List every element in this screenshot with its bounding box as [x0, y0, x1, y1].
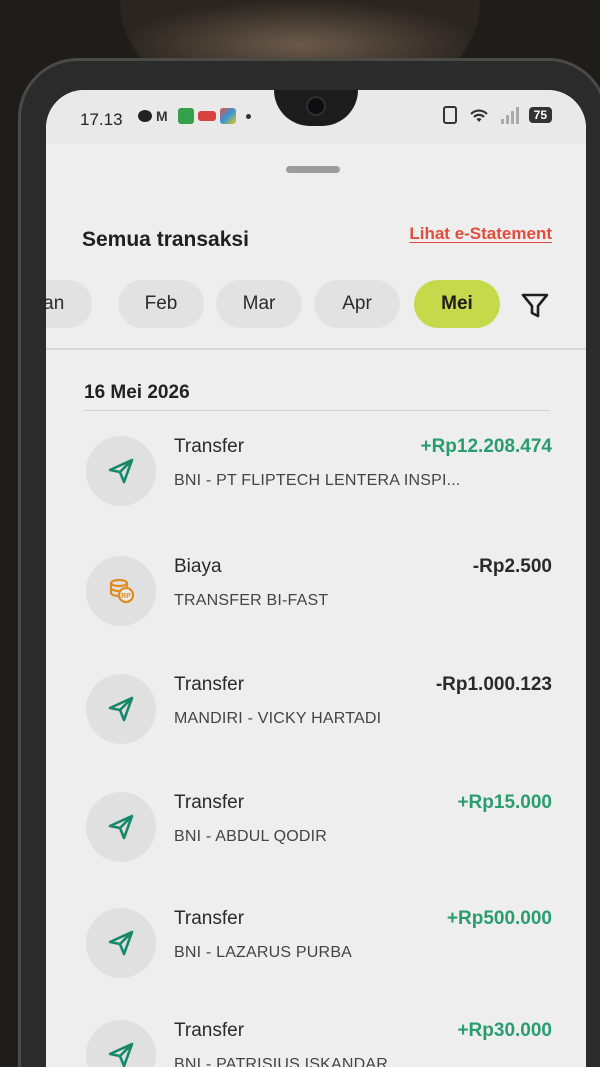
notification-icons: M: [138, 108, 251, 124]
app-screen: 17.13 M 75 Semua transaksi Lihat e-State…: [46, 90, 586, 1067]
transaction-row[interactable]: Transfer BNI - PATRISIUS ISKANDAR +Rp30.…: [46, 1020, 586, 1067]
transaction-type: Transfer: [174, 436, 245, 457]
system-icons: 75: [442, 106, 552, 124]
filter-icon[interactable]: [518, 288, 552, 322]
transaction-description: BNI - PT FLIPTECH LENTERA INSPI...: [174, 472, 461, 489]
wifi-icon: [469, 109, 488, 122]
transaction-amount: +Rp15.000: [457, 792, 552, 813]
month-filter-bar: Jan Feb Mar Apr Mei: [46, 280, 586, 334]
divider: [46, 348, 586, 350]
transaction-icon-wrap: RP: [86, 556, 156, 626]
transaction-description: MANDIRI - VICKY HARTADI: [174, 710, 382, 727]
transaction-amount: +Rp12.208.474: [420, 436, 552, 457]
multicolor-app-icon: [220, 108, 236, 124]
transaction-icon-wrap: [86, 792, 156, 862]
dot-icon: [246, 113, 251, 119]
send-icon: [108, 930, 134, 956]
transaction-description: TRANSFER BI-FAST: [174, 592, 329, 609]
transaction-amount: -Rp1.000.123: [435, 674, 552, 695]
month-tab-apr[interactable]: Apr: [314, 280, 400, 328]
coin-stack-icon: RP: [109, 578, 135, 604]
transaction-icon-wrap: [86, 674, 156, 744]
page-title: Semua transaksi: [82, 228, 249, 251]
transaction-row[interactable]: Transfer BNI - LAZARUS PURBA +Rp500.000: [46, 908, 586, 1008]
gmail-icon: M: [156, 108, 168, 124]
divider: [84, 410, 550, 411]
signal-icon: [500, 106, 519, 124]
status-time: 17.13: [80, 110, 123, 129]
transaction-amount: +Rp500.000: [446, 908, 552, 929]
transaction-type: Transfer: [174, 792, 245, 813]
transaction-type: Transfer: [174, 1020, 245, 1041]
svg-text:RP: RP: [121, 593, 131, 600]
send-icon: [108, 458, 134, 484]
transaction-description: BNI - PATRISIUS ISKANDAR: [174, 1056, 389, 1067]
send-icon: [108, 814, 134, 840]
transaction-amount: -Rp2.500: [472, 556, 552, 577]
send-icon: [108, 1042, 134, 1067]
month-tab-feb[interactable]: Feb: [118, 280, 204, 328]
send-icon: [108, 696, 134, 722]
month-tab-jan[interactable]: Jan: [46, 280, 92, 328]
green-app-icon: [178, 108, 194, 124]
month-tab-mar[interactable]: Mar: [216, 280, 302, 328]
vibrate-icon: [442, 106, 457, 124]
transaction-row[interactable]: Transfer BNI - ABDUL QODIR +Rp15.000: [46, 792, 586, 892]
sheet-drag-handle[interactable]: [286, 166, 340, 173]
transaction-row[interactable]: Transfer BNI - PT FLIPTECH LENTERA INSPI…: [46, 436, 586, 536]
estatement-link[interactable]: Lihat e-Statement: [409, 224, 552, 244]
transaction-type: Transfer: [174, 908, 245, 929]
transaction-description: BNI - LAZARUS PURBA: [174, 944, 353, 961]
transaction-row[interactable]: RP Biaya TRANSFER BI-FAST -Rp2.500: [46, 556, 586, 656]
chat-icon: [138, 110, 152, 122]
transaction-icon-wrap: [86, 1020, 156, 1067]
month-tab-mei[interactable]: Mei: [414, 280, 500, 328]
transaction-row[interactable]: Transfer MANDIRI - VICKY HARTADI -Rp1.00…: [46, 674, 586, 774]
transaction-amount: +Rp30.000: [457, 1020, 552, 1041]
transaction-type: Transfer: [174, 674, 245, 695]
transaction-type: Biaya: [174, 556, 222, 577]
transaction-icon-wrap: [86, 908, 156, 978]
transaction-description: BNI - ABDUL QODIR: [174, 828, 328, 845]
date-group-header: 16 Mei 2026: [84, 382, 190, 403]
battery-icon: 75: [528, 107, 552, 123]
transaction-icon-wrap: [86, 436, 156, 506]
red-app-icon: [198, 111, 216, 121]
